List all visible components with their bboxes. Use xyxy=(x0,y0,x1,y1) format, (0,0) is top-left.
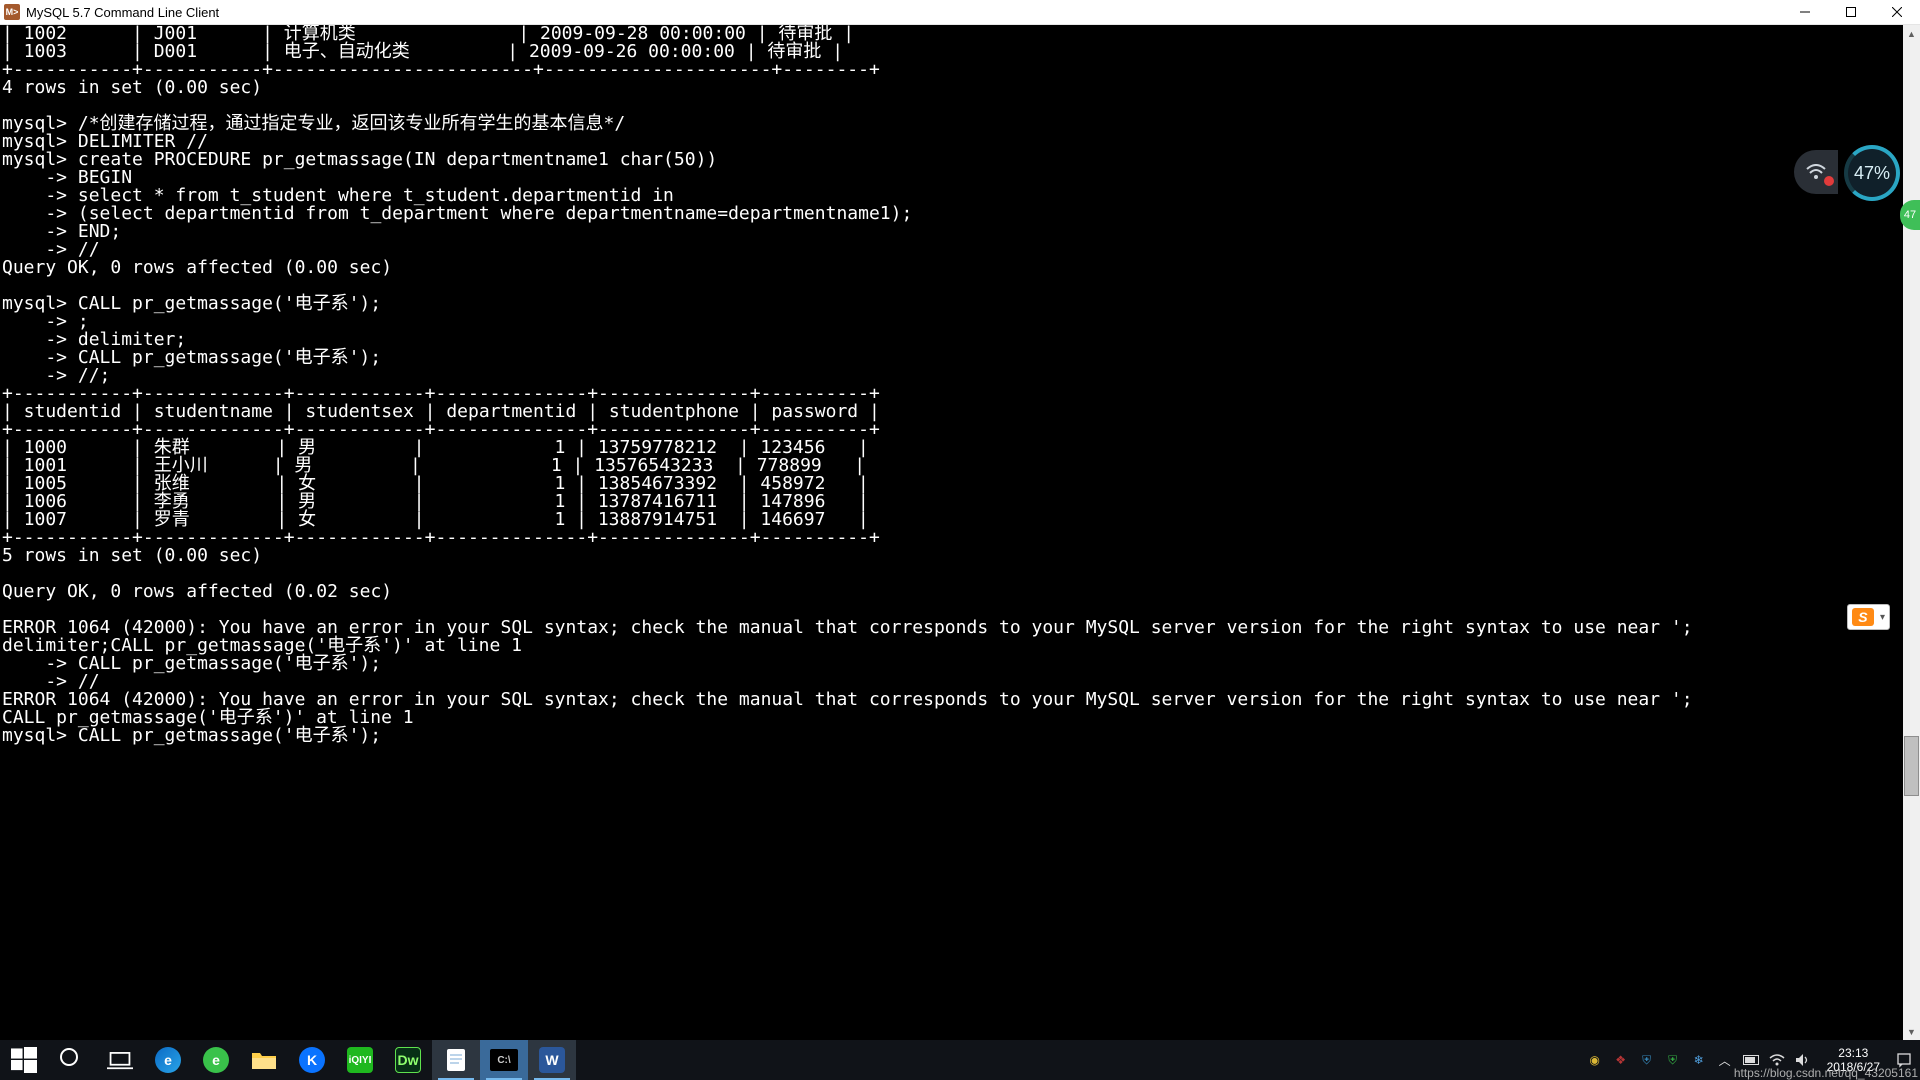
task-view-button[interactable] xyxy=(96,1040,144,1080)
side-badge-value: 47 xyxy=(1904,209,1916,221)
app-icon: M> xyxy=(4,4,20,20)
scrollbar-thumb[interactable] xyxy=(1904,736,1919,796)
side-badge-widget[interactable]: 47 xyxy=(1900,200,1920,230)
vertical-scrollbar[interactable]: ▲ ▼ xyxy=(1903,25,1920,1040)
titlebar: M> MySQL 5.7 Command Line Client xyxy=(0,0,1920,25)
tray-shield-icon[interactable]: ⛨ xyxy=(1639,1052,1655,1068)
tray-snow-icon[interactable]: ❄ xyxy=(1691,1052,1707,1068)
taskbar-iqiyi[interactable]: iQIYI xyxy=(336,1040,384,1080)
wifi-icon[interactable] xyxy=(1769,1052,1785,1068)
maximize-button[interactable] xyxy=(1828,0,1874,24)
system-tray: ◉ ❖ ⛨ ⛨ ❄ ︿ 23:13 2018/6/27 xyxy=(1587,1046,1920,1074)
chevron-up-icon[interactable]: ︿ xyxy=(1717,1052,1733,1068)
minimize-button[interactable] xyxy=(1782,0,1828,24)
sogou-icon: S xyxy=(1852,608,1874,626)
scroll-up-icon[interactable]: ▲ xyxy=(1903,25,1920,42)
scroll-down-icon[interactable]: ▼ xyxy=(1903,1023,1920,1040)
taskbar-edge[interactable]: e xyxy=(144,1040,192,1080)
taskbar-mysql-cli[interactable]: C:\ xyxy=(480,1040,528,1080)
console-output[interactable]: | 1002 | J001 | 计算机类 | 2009-09-28 00:00:… xyxy=(0,25,1920,1040)
cortana-button[interactable] xyxy=(48,1040,96,1080)
volume-icon[interactable] xyxy=(1795,1052,1811,1068)
tray-icon-1[interactable]: ◉ xyxy=(1587,1052,1603,1068)
taskbar-dreamweaver[interactable]: Dw xyxy=(384,1040,432,1080)
clock-date: 2018/6/27 xyxy=(1827,1060,1880,1074)
taskbar-kugou[interactable]: K xyxy=(288,1040,336,1080)
taskbar-word[interactable]: W xyxy=(528,1040,576,1080)
progress-ring-value: 47% xyxy=(1854,163,1890,184)
taskbar-notepad[interactable] xyxy=(432,1040,480,1080)
taskbar: e e K iQIYI Dw C:\ W ◉ ❖ ⛨ ⛨ ❄ ︿ xyxy=(0,1040,1920,1080)
window-title: MySQL 5.7 Command Line Client xyxy=(26,5,1782,20)
window-controls xyxy=(1782,0,1920,24)
wifi-widget-icon[interactable] xyxy=(1794,150,1838,194)
ime-indicator[interactable]: S ▾ xyxy=(1847,604,1890,630)
tray-green-shield-icon[interactable]: ⛨ xyxy=(1665,1052,1681,1068)
tray-icon-2[interactable]: ❖ xyxy=(1613,1052,1629,1068)
battery-icon[interactable] xyxy=(1743,1052,1759,1068)
notifications-icon[interactable] xyxy=(1896,1052,1912,1068)
progress-ring-widget[interactable]: 47% xyxy=(1844,145,1900,201)
taskbar-clock[interactable]: 23:13 2018/6/27 xyxy=(1821,1046,1886,1074)
clock-time: 23:13 xyxy=(1827,1046,1880,1060)
taskbar-explorer[interactable] xyxy=(240,1040,288,1080)
taskbar-360browser[interactable]: e xyxy=(192,1040,240,1080)
close-button[interactable] xyxy=(1874,0,1920,24)
dropdown-icon[interactable]: ▾ xyxy=(1880,612,1885,623)
start-button[interactable] xyxy=(0,1040,48,1080)
